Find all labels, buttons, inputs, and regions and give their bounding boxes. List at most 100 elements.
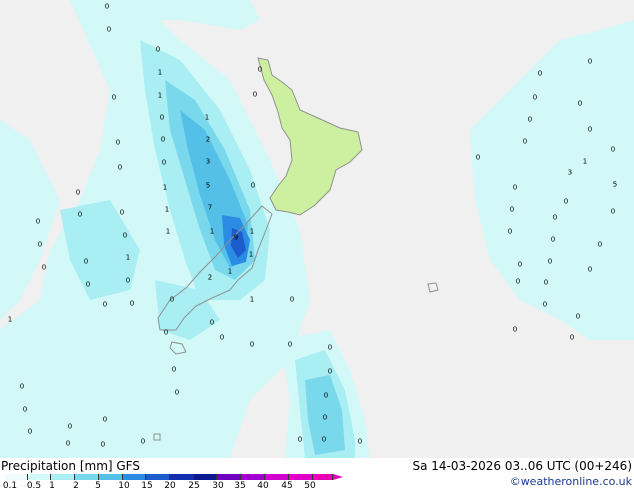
precip-value-label: 1 [157, 91, 163, 100]
precip-value-label: 0 [547, 257, 553, 266]
precip-value-label: 0 [115, 138, 121, 147]
precip-value-label: 0 [129, 299, 135, 308]
legend-swatch [289, 474, 313, 480]
precip-value-label: 0 [163, 328, 169, 337]
precip-value-label: 0 [323, 391, 329, 400]
precip-value-label: 0 [357, 437, 363, 446]
chatham-islands-coast [427, 282, 439, 293]
precip-value-label: 0 [563, 197, 569, 206]
precip-value-label: 0 [219, 333, 225, 342]
legend-swatch [313, 474, 333, 480]
legend-color-bar [5, 474, 343, 480]
precip-value-label: 0 [322, 413, 328, 422]
precip-value-label: 9 [233, 233, 239, 242]
legend-swatch [194, 474, 217, 480]
precip-value-label: 0 [111, 93, 117, 102]
precip-value-label: 0 [532, 93, 538, 102]
precip-value-label: 0 [550, 235, 556, 244]
precip-value-label: 0 [537, 69, 543, 78]
precip-value-label: 0 [512, 325, 518, 334]
precip-value-label: 0 [100, 440, 106, 449]
precip-value-label: 1 [204, 113, 210, 122]
precip-value-label: 2 [205, 135, 211, 144]
precip-value-label: 0 [104, 2, 110, 11]
precip-value-label: 0 [125, 276, 131, 285]
legend-swatch [241, 474, 265, 480]
precip-value-label: 0 [102, 300, 108, 309]
precip-value-label: 7 [207, 203, 213, 212]
precip-value-label: 0 [257, 65, 263, 74]
precip-value-label: 0 [19, 382, 25, 391]
precip-value-label: 0 [102, 415, 108, 424]
precip-value-label: 2 [207, 273, 213, 282]
precip-value-label: 0 [509, 205, 515, 214]
precip-value-label: 0 [327, 367, 333, 376]
precip-value-label: 0 [515, 277, 521, 286]
precip-value-label: 0 [542, 300, 548, 309]
precip-value-label: 1 [165, 227, 171, 236]
precip-value-label: 0 [35, 217, 41, 226]
precip-value-label: 0 [569, 333, 575, 342]
precip-value-label: 0 [209, 318, 215, 327]
legend-swatch [146, 474, 170, 480]
precip-value-label: 0 [171, 365, 177, 374]
precip-value-label: 0 [512, 183, 518, 192]
precip-value-label: 0 [75, 188, 81, 197]
precip-value-label: 0 [527, 115, 533, 124]
precip-value-label: 0 [297, 435, 303, 444]
precip-value-label: 1 [582, 157, 588, 166]
precip-value-label: 0 [161, 158, 167, 167]
precip-value-label: 0 [140, 437, 146, 446]
precip-value-label: 0 [37, 240, 43, 249]
precip-value-label: 0 [577, 99, 583, 108]
precip-value-label: 1 [209, 227, 215, 236]
legend-arrow-tip [333, 474, 343, 480]
legend-swatch [217, 474, 241, 480]
precip-value-label: 0 [119, 208, 125, 217]
precip-value-label: 0 [85, 280, 91, 289]
precip-value-label: 0 [552, 213, 558, 222]
precip-value-label: 0 [117, 163, 123, 172]
precip-value-label: 0 [169, 295, 175, 304]
precip-value-label: 0 [22, 405, 28, 414]
precip-value-label: 0 [27, 427, 33, 436]
legend-swatch [28, 474, 51, 480]
precip-value-label: 5 [612, 180, 618, 189]
legend-swatch [123, 474, 146, 480]
precip-value-label: 0 [522, 137, 528, 146]
precip-value-label: 1 [248, 250, 254, 259]
legend-swatch [75, 474, 99, 480]
legend-swatch [170, 474, 194, 480]
precip-value-label: 1 [125, 253, 131, 262]
precip-value-label: 1 [157, 68, 163, 77]
precip-value-label: 0 [587, 265, 593, 274]
precip-value-label: 0 [321, 435, 327, 444]
precip-value-label: 1 [249, 227, 255, 236]
precip-value-label: 0 [77, 210, 83, 219]
precip-value-label: 1 [7, 315, 13, 324]
precip-value-label: 0 [122, 231, 128, 240]
precip-value-label: 0 [41, 263, 47, 272]
precipitation-map: 0001101020030501701119102111100000000000… [0, 0, 634, 458]
precip-value-label: 0 [610, 145, 616, 154]
precip-value-label: 0 [249, 340, 255, 349]
precip-value-label: 0 [83, 257, 89, 266]
legend-swatch [51, 474, 75, 480]
precip-value-label: 0 [587, 125, 593, 134]
precip-value-label: 0 [252, 90, 258, 99]
precip-value-label: 0 [475, 153, 481, 162]
precip-value-label: 3 [567, 168, 573, 177]
precip-value-label: 0 [67, 422, 73, 431]
precip-value-label: 1 [164, 205, 170, 214]
map-title: Precipitation [mm] GFS [1, 459, 140, 473]
credit-link[interactable]: ©weatheronline.co.uk [510, 476, 632, 487]
precip-value-label: 0 [587, 57, 593, 66]
precip-value-label: 0 [160, 135, 166, 144]
precip-value-label: 0 [250, 181, 256, 190]
precip-value-label: 0 [575, 312, 581, 321]
precip-value-label: 1 [162, 183, 168, 192]
precip-value-label: 0 [517, 260, 523, 269]
precip-value-label: 3 [205, 157, 211, 166]
precip-value-label: 0 [610, 207, 616, 216]
legend-swatch [265, 474, 289, 480]
